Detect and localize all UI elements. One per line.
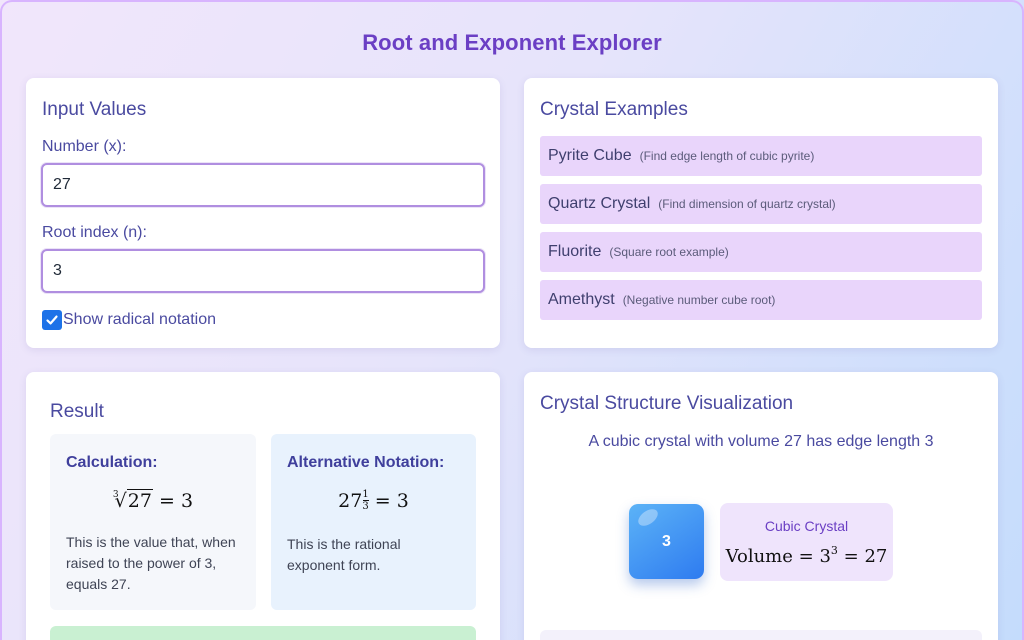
calculation-panel: Calculation: 3√27 = 3 This is the value … — [50, 434, 256, 610]
example-description: (Square root example) — [609, 245, 729, 259]
cube-info-box: Cubic Crystal Volume = 33 = 27 — [720, 503, 893, 581]
input-values-card: Input Values Number (x): Root index (n):… — [26, 78, 500, 348]
app-title: Root and Exponent Explorer — [362, 30, 662, 55]
volume-word: Volume — [725, 546, 793, 567]
visualization-title: Crystal Structure Visualization — [540, 393, 794, 414]
number-label: Number (x): — [42, 138, 127, 155]
crystal-cube: 3 — [629, 504, 704, 579]
volume-expression: Volume = 33 = 27 — [725, 544, 888, 567]
exponent-denominator: 3 — [362, 501, 369, 512]
radical-notation-toggle[interactable]: Show radical notation — [42, 310, 216, 330]
visualization-caption: A cubic crystal with volume 27 has edge … — [588, 433, 934, 450]
calculation-explanation: This is the value that, when raised to t… — [66, 534, 236, 592]
alternative-result: 3 — [396, 490, 409, 512]
radical-notation-checkbox[interactable] — [42, 310, 62, 330]
cube-edge-label: 3 — [662, 532, 671, 550]
alternative-notation-title: Alternative Notation: — [287, 454, 445, 471]
alternative-notation-panel: Alternative Notation: 27 1 3 = 3 This is t… — [271, 434, 476, 610]
radical-expression: 3√27 = 3 — [112, 489, 194, 512]
example-description: (Find dimension of quartz crystal) — [658, 197, 836, 211]
volume-exponent: 3 — [830, 544, 838, 557]
checkmark-icon — [46, 315, 58, 325]
result-card-title: Result — [50, 401, 104, 422]
calculation-result: 3 — [180, 490, 194, 512]
calculation-title: Calculation: — [66, 454, 158, 471]
example-name: Quartz Crystal — [548, 195, 651, 212]
example-name: Pyrite Cube — [548, 147, 632, 164]
result-status-strip — [50, 626, 476, 640]
alternative-explanation: This is the rational exponent form. — [287, 536, 401, 573]
input-card-title: Input Values — [42, 99, 147, 120]
exponent-base: 27 — [338, 490, 363, 512]
example-amethyst[interactable]: Amethyst (Negative number cube root) — [540, 280, 982, 320]
cube-info-title: Cubic Crystal — [764, 518, 849, 534]
visualization-footer-strip — [540, 630, 982, 640]
examples-card-title: Crystal Examples — [540, 99, 688, 120]
example-pyrite-cube[interactable]: Pyrite Cube (Find edge length of cubic p… — [540, 136, 982, 176]
radicand: 27 — [126, 489, 153, 512]
crystal-visualization-card: Crystal Structure Visualization A cubic … — [524, 372, 998, 640]
example-fluorite[interactable]: Fluorite (Square root example) — [540, 232, 982, 272]
root-index-input[interactable] — [41, 249, 485, 293]
crystal-examples-card: Crystal Examples Pyrite Cube (Find edge … — [524, 78, 998, 348]
example-description: (Find edge length of cubic pyrite) — [639, 149, 815, 163]
radical-notation-label[interactable]: Show radical notation — [63, 311, 216, 329]
volume-base: 3 — [819, 546, 831, 567]
number-input[interactable] — [41, 163, 485, 207]
cube-highlight — [635, 505, 661, 530]
example-quartz-crystal[interactable]: Quartz Crystal (Find dimension of quartz… — [540, 184, 982, 224]
root-index-label: Root index (n): — [42, 224, 147, 241]
exponent-numerator: 1 — [362, 489, 369, 500]
exponent-expression: 27 1 3 = 3 — [338, 489, 409, 513]
example-description: (Negative number cube root) — [622, 293, 776, 307]
example-name: Amethyst — [548, 291, 615, 308]
result-card: Result Calculation: 3√27 = 3 This is the… — [26, 372, 500, 640]
rational-exponent: 13 — [362, 489, 369, 512]
example-name: Fluorite — [548, 243, 602, 260]
volume-value: 27 — [864, 546, 888, 567]
